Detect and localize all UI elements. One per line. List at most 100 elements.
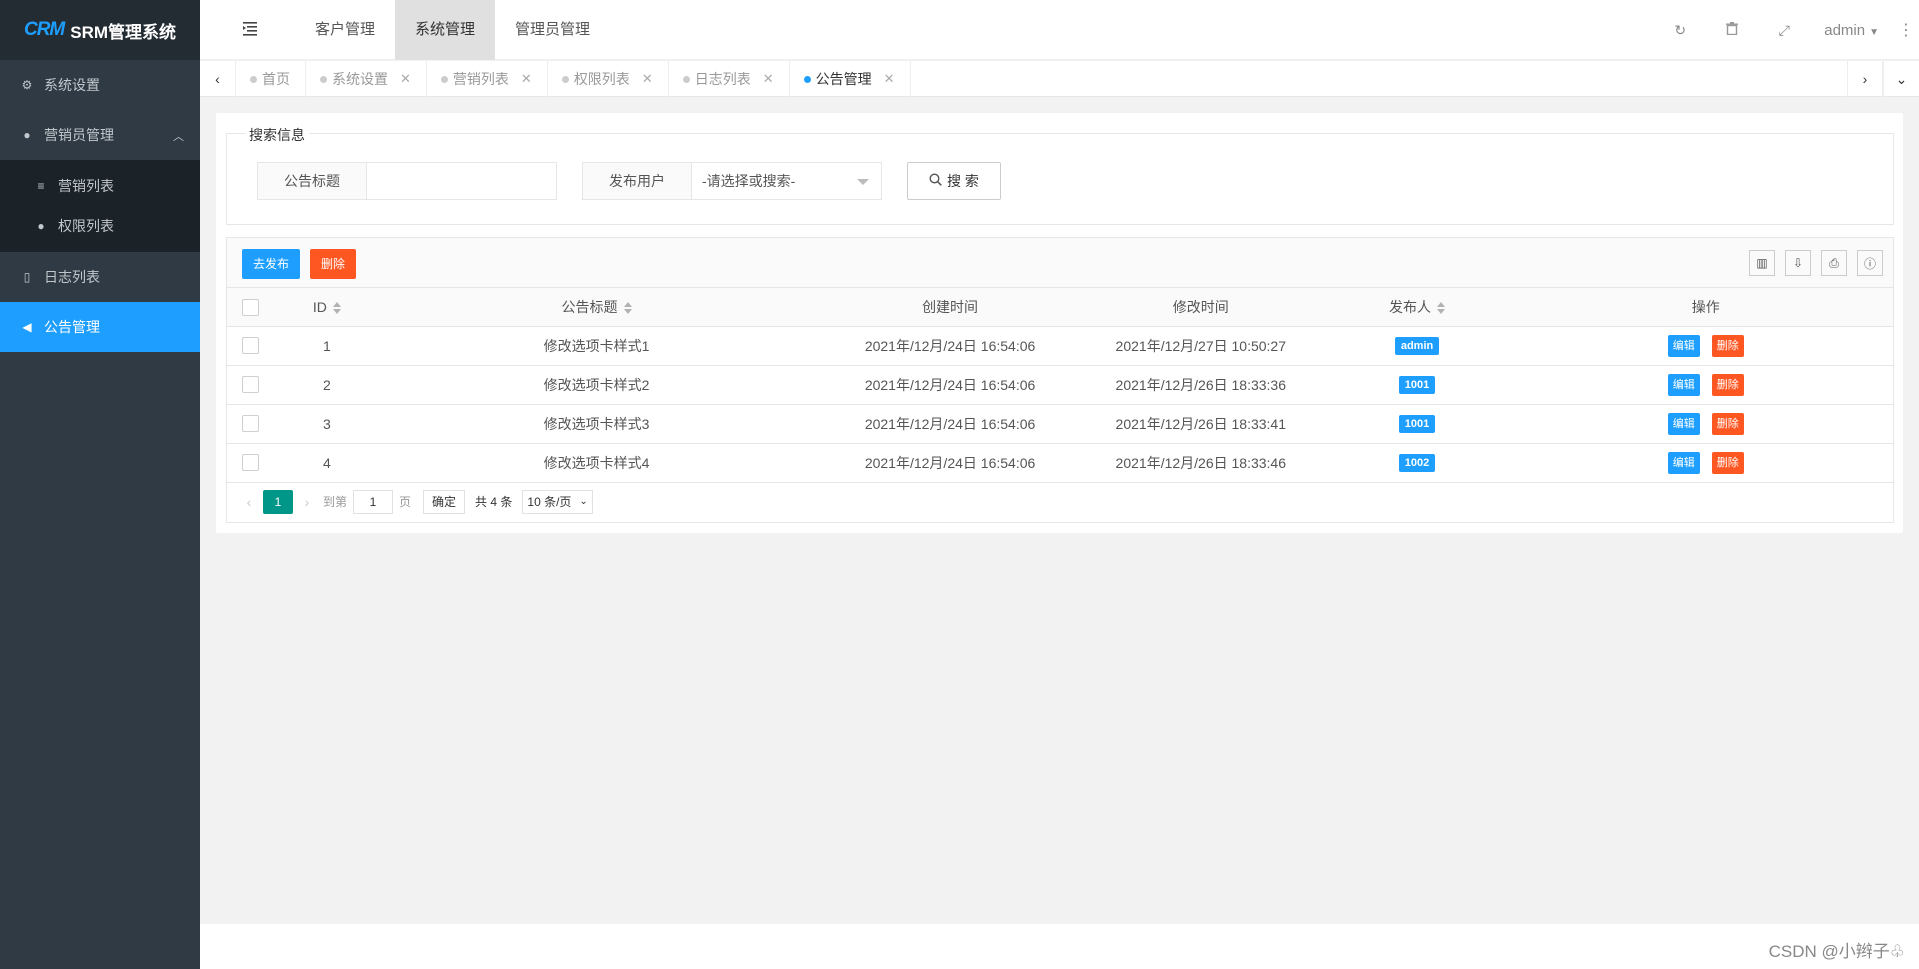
sidebar-item-sales-management[interactable]: ● 营销员管理 ︿ (0, 110, 200, 160)
bullhorn-icon: ◀ (22, 320, 32, 334)
tabs-bar: ‹ 首页 系统设置 ✕ 营销列表 ✕ 权限列表 ✕ 日志列表 ✕ 公告管理 ✕ … (200, 61, 1919, 97)
table-container: 去发布 删除 ▥ ⇩ ⎙ ⓘ ID 公告标题 创建时间 修改时间 发布人 操作 … (226, 237, 1894, 523)
sidebar: CRM SRM管理系统 ⚙ 系统设置 ● 营销员管理 ︿ ≡ 营销列表 ● 权限… (0, 0, 200, 969)
table-row: 2 修改选项卡样式2 2021年/12月/24日 16:54:06 2021年/… (227, 365, 1893, 405)
row-checkbox[interactable] (242, 337, 260, 355)
user-select[interactable]: -请选择或搜索- (692, 162, 882, 200)
publisher-badge: admin (1394, 337, 1440, 355)
sidebar-item-log-list[interactable]: ▯ 日志列表 (0, 252, 200, 302)
tab-label: 权限列表 (573, 71, 630, 87)
tab-dropdown-icon[interactable]: ⌄ (1883, 61, 1919, 97)
tab-dot (682, 76, 690, 83)
page-size-select[interactable]: 10 条/页 ⌄ (522, 489, 593, 514)
sidebar-item-label: 公告管理 (44, 319, 100, 335)
trash-icon[interactable] (1706, 22, 1758, 38)
more-vertical-icon[interactable]: ⋮ (1893, 20, 1919, 40)
next-page-icon[interactable]: › (297, 494, 317, 510)
cell-id: 1 (274, 326, 379, 366)
publisher-badge: 1001 (1398, 376, 1436, 394)
search-button[interactable]: 搜 索 (907, 162, 1001, 200)
tab-home[interactable]: 首页 (236, 61, 306, 97)
sidebar-item-system-settings[interactable]: ⚙ 系统设置 (0, 60, 200, 110)
title-label: 公告标题 (257, 162, 367, 200)
title-input[interactable] (367, 162, 557, 200)
edit-button[interactable]: 编辑 (1667, 451, 1700, 474)
tab-dot (440, 76, 448, 83)
tab-sales-list[interactable]: 营销列表 ✕ (427, 61, 548, 97)
cell-id: 2 (274, 365, 379, 405)
row-checkbox[interactable] (242, 415, 260, 433)
sidebar-item-sales-list[interactable]: ≡ 营销列表 (0, 166, 200, 206)
dropdown-arrow-icon (857, 179, 869, 185)
tab-log-list[interactable]: 日志列表 ✕ (669, 61, 790, 97)
tab-label: 首页 (262, 71, 290, 87)
gears-icon: ⚙ (21, 78, 33, 92)
total-count: 共 4 条 (475, 495, 513, 509)
cell-title: 修改选项卡样式3 (378, 404, 815, 444)
close-icon[interactable]: ✕ (884, 71, 895, 87)
footer: CSDN @小辫子♧ (200, 924, 1919, 969)
select-all-checkbox[interactable] (242, 298, 260, 316)
delete-button[interactable]: 删除 (1711, 373, 1744, 396)
logo-mark: CRM (23, 19, 65, 40)
top-nav-customer[interactable]: 客户管理 (295, 0, 395, 60)
info-icon[interactable]: ⓘ (1857, 250, 1883, 276)
top-nav-system[interactable]: 系统管理 (395, 0, 496, 60)
delete-button[interactable]: 删除 (1711, 451, 1744, 474)
chevron-up-icon: ︿ (173, 131, 184, 143)
edit-button[interactable]: 编辑 (1667, 334, 1700, 357)
page-input[interactable]: 1 (353, 489, 394, 514)
logo[interactable]: CRM SRM管理系统 (0, 0, 200, 60)
publisher-badge: 1001 (1398, 415, 1436, 433)
tab-label: 日志列表 (694, 71, 751, 87)
tab-scroll-right-icon[interactable]: › (1847, 61, 1883, 97)
sidebar-item-label: 日志列表 (44, 269, 100, 285)
sort-icon[interactable] (1437, 302, 1446, 315)
sliders-icon: ≡ (37, 179, 45, 193)
column-header-id[interactable]: ID (274, 288, 379, 327)
top-nav-admin[interactable]: 管理员管理 (495, 0, 610, 60)
cell-modified: 2021年/12月/27日 10:50:27 (1085, 326, 1316, 366)
column-header-title[interactable]: 公告标题 (378, 288, 815, 327)
edit-button[interactable]: 编辑 (1667, 373, 1700, 396)
menu-toggle-icon[interactable] (242, 20, 262, 40)
sidebar-item-permission-list[interactable]: ● 权限列表 (0, 206, 200, 246)
tab-announcements[interactable]: 公告管理 ✕ (790, 61, 911, 97)
close-icon[interactable]: ✕ (521, 71, 532, 87)
caret-down-icon: ▼ (1869, 26, 1879, 38)
tab-dot (561, 76, 569, 83)
refresh-icon[interactable]: ↻ (1654, 22, 1706, 39)
tab-label: 营销列表 (452, 71, 509, 87)
close-icon[interactable]: ✕ (763, 71, 774, 87)
print-icon[interactable]: ⎙ (1821, 250, 1847, 276)
edit-button[interactable]: 编辑 (1667, 412, 1700, 435)
close-icon[interactable]: ✕ (400, 71, 411, 87)
column-header-publisher[interactable]: 发布人 (1315, 288, 1519, 327)
top-nav: 客户管理 系统管理 管理员管理 (295, 0, 610, 60)
batch-delete-button[interactable]: 删除 (310, 249, 357, 279)
chevron-down-icon: ⌄ (579, 496, 588, 507)
fullscreen-icon[interactable]: ⤢ (1758, 22, 1810, 39)
export-icon[interactable]: ⇩ (1785, 250, 1811, 276)
row-checkbox[interactable] (242, 376, 260, 394)
publish-button[interactable]: 去发布 (242, 249, 301, 279)
goto-confirm-button[interactable]: 确定 (423, 489, 466, 514)
prev-page-icon[interactable]: ‹ (239, 494, 259, 510)
search-button-label: 搜 索 (947, 173, 979, 189)
sidebar-item-announcements[interactable]: ◀ 公告管理 (0, 302, 200, 352)
tab-scroll-left-icon[interactable]: ‹ (200, 61, 236, 97)
sidebar-item-label: 营销列表 (58, 178, 114, 194)
delete-button[interactable]: 删除 (1711, 334, 1744, 357)
sort-icon[interactable] (623, 302, 632, 315)
sort-icon[interactable] (332, 302, 341, 315)
row-checkbox[interactable] (242, 454, 260, 472)
close-icon[interactable]: ✕ (642, 71, 653, 87)
user-menu[interactable]: admin ▼ (1810, 22, 1893, 39)
table-row: 4 修改选项卡样式4 2021年/12月/24日 16:54:06 2021年/… (227, 443, 1893, 483)
tab-system-settings[interactable]: 系统设置 ✕ (306, 61, 427, 97)
search-fieldset: 搜索信息 公告标题 发布用户 -请选择或搜索- 搜 索 (226, 125, 1894, 225)
delete-button[interactable]: 删除 (1711, 412, 1744, 435)
columns-filter-icon[interactable]: ▥ (1749, 250, 1775, 276)
current-page[interactable]: 1 (263, 489, 293, 514)
tab-permission-list[interactable]: 权限列表 ✕ (548, 61, 669, 97)
